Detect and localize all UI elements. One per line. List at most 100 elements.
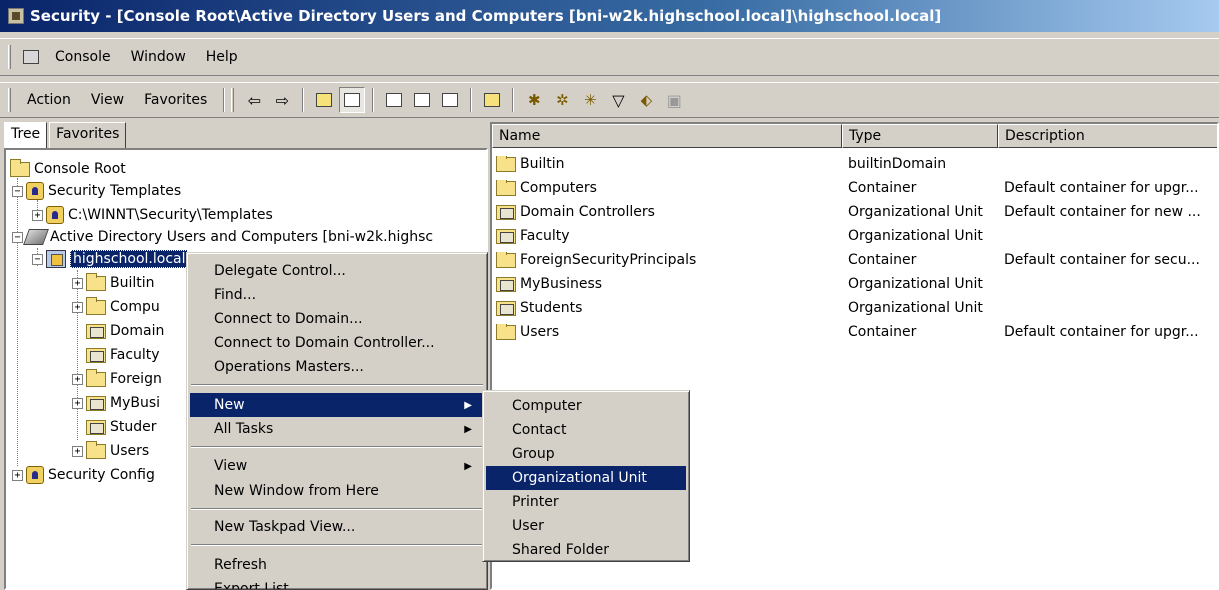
action-toolbar: Action View Favorites ⇦ ⇨ ✱ ✲ ✳ ▽ ⬖ ▣ bbox=[0, 82, 1219, 118]
list-row[interactable]: Faculty Organizational Unit bbox=[492, 224, 1217, 248]
menu-window[interactable]: Window bbox=[121, 49, 196, 65]
export-list-icon[interactable] bbox=[437, 87, 463, 113]
column-header-type[interactable]: Type bbox=[842, 124, 998, 148]
collapse-icon[interactable]: − bbox=[32, 253, 43, 265]
list-row[interactable]: MyBusiness Organizational Unit bbox=[492, 272, 1217, 296]
submenu-item-contact[interactable]: Contact bbox=[486, 418, 686, 442]
tree-item-console-root[interactable]: Console Root bbox=[10, 158, 126, 180]
tree-item-students[interactable]: Studer bbox=[86, 416, 157, 438]
main-menubar: Console Window Help bbox=[0, 38, 1219, 76]
up-folder-icon[interactable] bbox=[311, 87, 337, 113]
expand-icon[interactable]: + bbox=[72, 277, 83, 289]
column-header-name[interactable]: Name bbox=[492, 124, 842, 148]
tree-label-selected: highschool.local bbox=[70, 250, 189, 268]
list-row[interactable]: Users Container Default container for up… bbox=[492, 320, 1217, 344]
menu-item-connect-domain[interactable]: Connect to Domain... bbox=[190, 307, 484, 331]
menu-item-new-window[interactable]: New Window from Here bbox=[190, 479, 484, 503]
filter-icon[interactable]: ▽ bbox=[605, 87, 631, 113]
menu-item-all-tasks[interactable]: All Tasks ▶ bbox=[190, 417, 484, 441]
refresh-icon[interactable] bbox=[409, 87, 435, 113]
submenu-item-computer[interactable]: Computer bbox=[486, 394, 686, 418]
expand-icon[interactable]: + bbox=[32, 209, 43, 221]
menu-help[interactable]: Help bbox=[196, 49, 248, 65]
menu-console[interactable]: Console bbox=[45, 49, 121, 65]
context-menu: Delegate Control... Find... Connect to D… bbox=[186, 252, 488, 590]
new-submenu: Computer Contact Group Organizational Un… bbox=[482, 390, 690, 562]
new-user-icon[interactable]: ✱ bbox=[521, 87, 547, 113]
tree-label: Faculty bbox=[110, 347, 160, 363]
show-tree-icon[interactable] bbox=[339, 87, 366, 113]
folder-icon bbox=[10, 158, 30, 177]
menu-favorites[interactable]: Favorites bbox=[134, 92, 217, 108]
menu-item-new-taskpad[interactable]: New Taskpad View... bbox=[190, 515, 484, 539]
menu-item-export-list[interactable]: Export List... bbox=[190, 577, 484, 589]
tree-item-domain-controllers[interactable]: Domain bbox=[86, 320, 164, 342]
tree-item-faculty[interactable]: Faculty bbox=[86, 344, 160, 366]
tree-label: Active Directory Users and Computers [bn… bbox=[50, 229, 434, 245]
tree-item-builtin[interactable]: + Builtin bbox=[72, 272, 155, 294]
row-description: Default container for upgr... bbox=[1004, 180, 1199, 196]
expand-icon[interactable]: + bbox=[72, 301, 83, 313]
tree-item-security-templates[interactable]: − Security Templates bbox=[12, 180, 181, 202]
properties-icon[interactable] bbox=[381, 87, 407, 113]
new-ou-icon[interactable]: ✳ bbox=[577, 87, 603, 113]
tree-item-users[interactable]: + Users bbox=[72, 440, 149, 462]
list-row[interactable]: Domain Controllers Organizational Unit D… bbox=[492, 200, 1217, 224]
tree-item-templates-path[interactable]: + C:\WINNT\Security\Templates bbox=[32, 204, 273, 226]
tree-item-security-config[interactable]: + Security Config bbox=[12, 464, 155, 486]
find-icon[interactable]: ⬖ bbox=[633, 87, 659, 113]
tab-tree[interactable]: Tree bbox=[4, 122, 48, 148]
folder-icon bbox=[496, 156, 516, 172]
column-header-description[interactable]: Description bbox=[998, 124, 1217, 148]
menu-item-operations-masters[interactable]: Operations Masters... bbox=[190, 355, 484, 379]
menu-item-view[interactable]: View ▶ bbox=[190, 454, 484, 478]
row-name: Students bbox=[520, 300, 583, 316]
help-icon[interactable] bbox=[479, 87, 505, 113]
back-arrow-icon[interactable]: ⇦ bbox=[241, 87, 267, 113]
tab-favorites[interactable]: Favorites bbox=[49, 122, 127, 148]
submenu-item-user[interactable]: User bbox=[486, 514, 686, 538]
menu-action[interactable]: Action bbox=[17, 92, 81, 108]
submenu-item-shared-folder[interactable]: Shared Folder bbox=[486, 538, 686, 562]
tree-label: Foreign bbox=[110, 371, 162, 387]
forward-arrow-icon[interactable]: ⇨ bbox=[269, 87, 295, 113]
menu-separator bbox=[191, 544, 483, 546]
menu-item-find[interactable]: Find... bbox=[190, 283, 484, 307]
list-row[interactable]: Students Organizational Unit bbox=[492, 296, 1217, 320]
menu-item-connect-dc[interactable]: Connect to Domain Controller... bbox=[190, 331, 484, 355]
menubar-grip[interactable] bbox=[8, 45, 11, 69]
tree-item-aduc[interactable]: − Active Directory Users and Computers [… bbox=[12, 226, 433, 248]
tree-label: Builtin bbox=[110, 275, 155, 291]
toolbar-grip[interactable] bbox=[8, 88, 11, 112]
add-to-group-icon[interactable]: ▣ bbox=[661, 87, 687, 113]
submenu-item-group[interactable]: Group bbox=[486, 442, 686, 466]
list-row[interactable]: Builtin builtinDomain bbox=[492, 152, 1217, 176]
tree-label: Console Root bbox=[34, 161, 126, 177]
tree-item-mybusiness[interactable]: + MyBusi bbox=[72, 392, 160, 414]
expand-icon[interactable]: + bbox=[72, 373, 83, 385]
list-row[interactable]: ForeignSecurityPrincipals Container Defa… bbox=[492, 248, 1217, 272]
row-name: Users bbox=[520, 324, 560, 340]
collapse-icon[interactable]: − bbox=[12, 185, 23, 197]
row-name: Faculty bbox=[520, 228, 570, 244]
tree-item-computers[interactable]: + Compu bbox=[72, 296, 160, 318]
tree-item-foreign[interactable]: + Foreign bbox=[72, 368, 162, 390]
list-row[interactable]: Computers Container Default container fo… bbox=[492, 176, 1217, 200]
menu-item-new[interactable]: New ▶ bbox=[190, 393, 484, 417]
menu-item-refresh[interactable]: Refresh bbox=[190, 553, 484, 577]
tree-item-domain[interactable]: − highschool.local bbox=[32, 248, 189, 270]
menu-view[interactable]: View bbox=[81, 92, 134, 108]
ou-icon bbox=[86, 323, 106, 339]
folder-icon bbox=[86, 440, 106, 459]
submenu-item-organizational-unit[interactable]: Organizational Unit bbox=[486, 466, 686, 490]
expand-icon[interactable]: + bbox=[12, 469, 23, 481]
submenu-item-printer[interactable]: Printer bbox=[486, 490, 686, 514]
new-group-icon[interactable]: ✲ bbox=[549, 87, 575, 113]
menu-item-delegate-control[interactable]: Delegate Control... bbox=[190, 259, 484, 283]
row-type: Organizational Unit bbox=[848, 300, 983, 316]
expand-icon[interactable]: + bbox=[72, 445, 83, 457]
row-type: Container bbox=[848, 180, 917, 196]
toolbar-grip-2[interactable] bbox=[231, 88, 235, 112]
expand-icon[interactable]: + bbox=[72, 397, 83, 409]
collapse-icon[interactable]: − bbox=[12, 231, 23, 243]
